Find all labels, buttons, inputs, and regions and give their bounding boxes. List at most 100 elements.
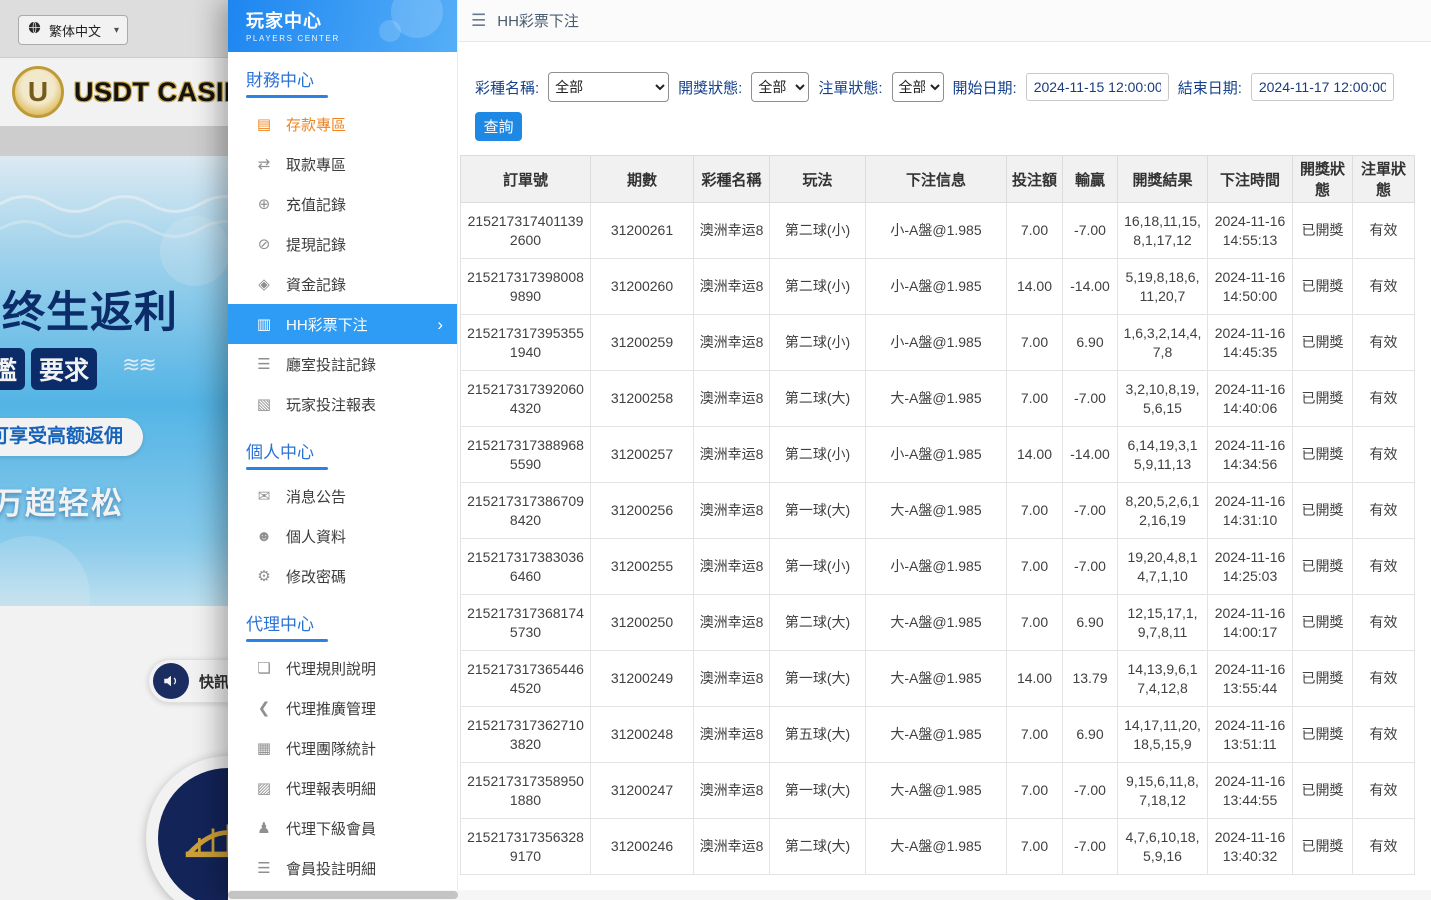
cell-bet-info: 大-A盤@1.985 [866, 763, 1007, 819]
sidebar-item[interactable]: ◈資金記錄 [228, 264, 457, 304]
cell-bet-info: 大-A盤@1.985 [866, 595, 1007, 651]
section-underline [246, 639, 328, 642]
sidebar-item[interactable]: ♟代理下級會員 [228, 808, 457, 848]
section-title: 個人中心 [246, 438, 457, 463]
bet-table-header-row: 訂單號期數彩種名稱玩法下注信息投注額輸贏開獎結果下注時間開獎狀態注單狀態 [461, 156, 1415, 203]
cell-play-type: 第五球(大) [770, 707, 866, 763]
cell-bet-info: 大-A盤@1.985 [866, 483, 1007, 539]
change-password-gear-icon: ⚙ [255, 567, 273, 585]
cell-play-type: 第二球(大) [770, 819, 866, 875]
cell-lottery-name: 澳洲幸运8 [694, 371, 770, 427]
cell-period: 31200259 [591, 315, 694, 371]
cell-lottery-name: 澳洲幸运8 [694, 427, 770, 483]
cell-bet-amount: 14.00 [1007, 259, 1063, 315]
horizontal-scrollbar[interactable] [228, 890, 1431, 900]
cell-order-id: 2152173173953551940 [461, 315, 591, 371]
sidebar-item-label: 廳室投註記錄 [286, 354, 376, 375]
start-date-input[interactable] [1026, 73, 1169, 101]
page-title: HH彩票下注 [497, 10, 579, 31]
chevron-right-icon: › [437, 316, 443, 333]
sidebar-item[interactable]: ✉消息公告 [228, 476, 457, 516]
agent-rules-doc-icon: ❏ [255, 659, 273, 677]
cell-period: 31200247 [591, 763, 694, 819]
sidebar-item[interactable]: ⇄ 取款專區 [228, 144, 457, 184]
sidebar-nav: 財務中心▤存款專區⇄取款專區⊕充值記錄⊘提現記錄◈資金記錄▥HH彩票下注›☰廳室… [228, 66, 457, 888]
table-row: 215217317398008989031200260澳洲幸运8第二球(小)小-… [461, 259, 1415, 315]
sidebar-item[interactable]: ☻個人資料 [228, 516, 457, 556]
funds-record-icon: ◈ [255, 275, 273, 293]
main-content: ☰ HH彩票下注 彩種名稱: 全部 開獎狀態: 全部 注單狀態: 全部 開始日期… [458, 0, 1431, 900]
sidebar-item[interactable]: ▨代理報表明細 [228, 768, 457, 808]
sidebar-item[interactable]: ▦代理團隊統計 [228, 728, 457, 768]
cell-play-type: 第一球(大) [770, 651, 866, 707]
table-row: 215217317356328917031200246澳洲幸运8第二球(大)大-… [461, 819, 1415, 875]
sidebar-item[interactable]: ▧玩家投注報表 [228, 384, 457, 424]
sidebar-item[interactable]: ⊕充值記錄 [228, 184, 457, 224]
cell-draw-status: 已開獎 [1293, 763, 1353, 819]
sidebar-item[interactable]: ⚙ 修改密碼 [228, 556, 457, 596]
announcement-bell-icon: ✉ [255, 487, 273, 505]
section-underline [246, 95, 328, 98]
cell-period: 31200250 [591, 595, 694, 651]
cell-lottery-name: 澳洲幸运8 [694, 819, 770, 875]
cell-draw-status: 已開獎 [1293, 371, 1353, 427]
sidebar-item[interactable]: ▤存款專區 [228, 104, 457, 144]
table-row: 215217317368174573031200250澳洲幸运8第二球(大)大-… [461, 595, 1415, 651]
cell-lottery-name: 澳洲幸运8 [694, 259, 770, 315]
cell-draw-result: 4,7,6,10,18,5,9,16 [1118, 819, 1208, 875]
cell-bet-time: 2024-11-16 13:55:44 [1208, 651, 1293, 707]
cell-period: 31200249 [591, 651, 694, 707]
draw-status-select[interactable]: 全部 [751, 72, 809, 102]
cell-bet-time: 2024-11-16 14:40:06 [1208, 371, 1293, 427]
sidebar-item-label: 存款專區 [286, 114, 346, 135]
sidebar-header: 玩家中心 PLAYERS CENTER [228, 0, 457, 52]
cell-bet-time: 2024-11-16 14:31:10 [1208, 483, 1293, 539]
sidebar-item[interactable]: ▥HH彩票下注› [228, 304, 457, 344]
lottery-name-select[interactable]: 全部 [548, 72, 669, 102]
sidebar-item[interactable]: ☰會員投註明細 [228, 848, 457, 888]
cell-play-type: 第二球(大) [770, 371, 866, 427]
cell-win-loss: -7.00 [1063, 371, 1118, 427]
cell-bet-time: 2024-11-16 14:34:56 [1208, 427, 1293, 483]
table-row: 215217317365446452031200249澳洲幸运8第一球(大)大-… [461, 651, 1415, 707]
sidebar-item[interactable]: ☰廳室投註記錄 [228, 344, 457, 384]
cell-bet-time: 2024-11-16 14:45:35 [1208, 315, 1293, 371]
cell-play-type: 第一球(大) [770, 483, 866, 539]
sidebar-item[interactable]: ❮代理推廣管理 [228, 688, 457, 728]
cell-bet-amount: 7.00 [1007, 315, 1063, 371]
player-center-subtitle: PLAYERS CENTER [246, 34, 457, 43]
order-status-select[interactable]: 全部 [892, 72, 944, 102]
menu-icon[interactable]: ☰ [471, 11, 486, 31]
cell-bet-info: 小-A盤@1.985 [866, 539, 1007, 595]
member-bet-detail-icon: ☰ [255, 859, 273, 877]
cell-order-status: 有效 [1353, 427, 1415, 483]
search-button[interactable]: 查詢 [475, 112, 522, 141]
cell-bet-info: 小-A盤@1.985 [866, 259, 1007, 315]
cell-order-id: 2152173173589501880 [461, 763, 591, 819]
cell-win-loss: 6.90 [1063, 595, 1118, 651]
cell-lottery-name: 澳洲幸运8 [694, 763, 770, 819]
col-header-draw-result: 開獎結果 [1118, 156, 1208, 203]
cell-play-type: 第一球(小) [770, 539, 866, 595]
sidebar-item-label: 修改密碼 [286, 566, 346, 587]
end-date-input[interactable] [1251, 73, 1394, 101]
cell-win-loss: -7.00 [1063, 763, 1118, 819]
cell-play-type: 第二球(大) [770, 595, 866, 651]
cell-bet-info: 大-A盤@1.985 [866, 707, 1007, 763]
cell-order-id: 2152173173889685590 [461, 427, 591, 483]
cell-lottery-name: 澳洲幸运8 [694, 539, 770, 595]
table-row: 215217317358950188031200247澳洲幸运8第一球(大)大-… [461, 763, 1415, 819]
table-row: 215217317395355194031200259澳洲幸运8第二球(小)小-… [461, 315, 1415, 371]
cell-draw-result: 14,13,9,6,17,4,12,8 [1118, 651, 1208, 707]
cell-lottery-name: 澳洲幸运8 [694, 595, 770, 651]
sidebar-item[interactable]: ⊘提現記錄 [228, 224, 457, 264]
withdraw-icon: ⇄ [255, 155, 273, 173]
cell-bet-amount: 14.00 [1007, 651, 1063, 707]
sidebar-item-label: 取款專區 [286, 154, 346, 175]
sidebar-item-label: 提現記錄 [286, 234, 346, 255]
cell-draw-result: 19,20,4,8,14,7,1,10 [1118, 539, 1208, 595]
cell-bet-amount: 14.00 [1007, 427, 1063, 483]
scrollbar-thumb[interactable] [228, 891, 458, 899]
cell-period: 31200257 [591, 427, 694, 483]
sidebar-item[interactable]: ❏代理規則說明 [228, 648, 457, 688]
